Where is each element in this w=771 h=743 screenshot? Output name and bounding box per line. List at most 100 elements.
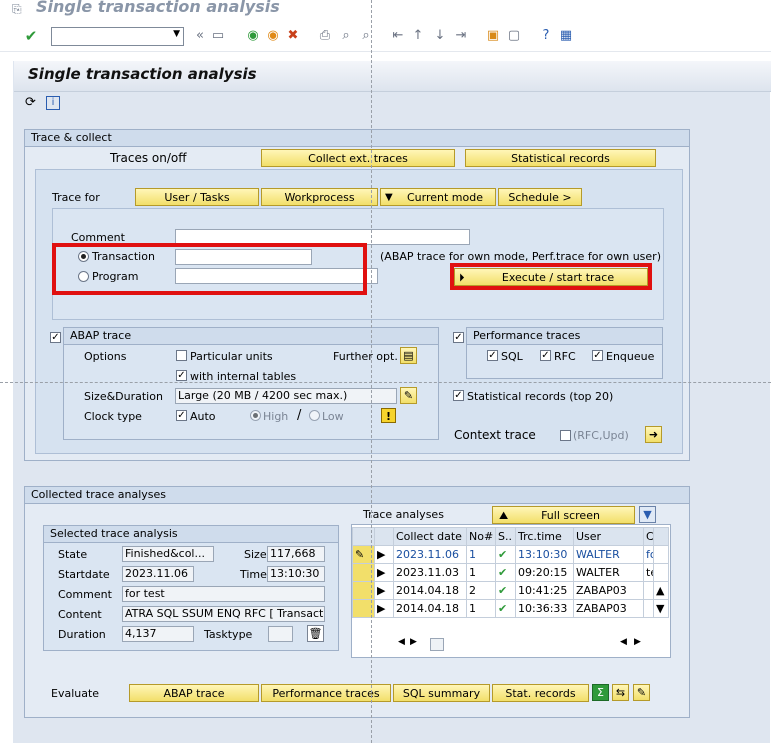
cell-user: ZABAP03 [573,599,644,618]
cell-no: 1 [466,545,496,564]
selected-trace-title: Selected trace analysis [44,526,338,543]
eval-abap-trace-button[interactable]: ABAP trace [129,684,259,702]
context-trace-go-icon[interactable]: ➜ [645,426,662,443]
expand-arrow-icon[interactable]: ▶ [377,566,385,579]
horizontal-scrollbar[interactable]: ◀ ▶ ◀ ▶ [396,637,648,651]
col-no[interactable]: No# [466,527,496,546]
exit-icon[interactable]: ◉ [265,28,281,44]
cancel-icon[interactable]: ✖ [285,28,301,44]
shortcut-icon[interactable]: ▢ [506,28,522,44]
double-left-icon[interactable]: « [192,28,208,44]
col-user[interactable]: User [573,527,644,546]
window-menu-icon[interactable]: ⎘ [12,2,22,17]
info-icon[interactable]: i [46,96,60,110]
help-icon[interactable]: ? [538,28,554,44]
layout-icon[interactable]: ▦ [558,28,574,44]
edit-icon[interactable]: ✎ [633,684,650,701]
prev-page-icon[interactable]: ↑ [410,28,426,44]
cell-collect-date: 2014.04.18 [393,581,467,600]
new-session-icon[interactable]: ▣ [485,28,501,44]
expand-cell[interactable]: ▶ [374,545,394,564]
filter-icon[interactable]: ▼ [639,506,656,523]
full-screen-button[interactable]: ⛰ Full screen [492,506,635,524]
scroll-down-icon[interactable]: ▼ [656,602,664,615]
enter-check-icon[interactable]: ✔ [23,28,39,44]
performance-traces-checkbox[interactable]: ✓ [453,332,464,343]
command-field[interactable]: ▼ [51,27,184,46]
context-trace-checkbox[interactable] [560,430,571,441]
scroll-cell [653,563,669,582]
low-radio[interactable] [309,410,320,421]
table-row[interactable]: ▶ 2014.04.18 1 ✔ 10:36:33 ZABAP03 ▼ [352,599,669,618]
edit-size-icon[interactable]: ✎ [400,387,417,404]
expand-arrow-icon[interactable]: ▶ [377,548,385,561]
sql-checkbox[interactable]: ✓ [487,350,498,361]
duration-label: Duration [58,628,106,641]
sum-icon[interactable]: Σ [592,684,609,701]
high-radio[interactable] [250,410,261,421]
refresh-icon[interactable]: ⟳ [25,95,36,110]
eval-sql-summary-button[interactable]: SQL summary [393,684,490,702]
cell-c: te [643,563,654,582]
tasktype-label: Tasktype [204,628,253,641]
expand-cell[interactable]: ▶ [374,563,394,582]
startdate-field: 2023.11.06 [122,566,194,582]
further-options-label: Further opt. [333,350,398,363]
tab-schedule[interactable]: Schedule > [498,188,582,206]
scroll-up-icon[interactable]: ▲ [656,584,664,597]
scroll-cell: ▼ [653,599,669,618]
statistical-records-button[interactable]: Statistical records [465,149,656,167]
size-duration-field[interactable]: Large (20 MB / 4200 sec max.) [175,388,397,404]
scroll-header [653,527,669,546]
scroll-left-icon[interactable]: ◀ [398,637,405,647]
cell-no: 1 [466,599,496,618]
col-collect-date[interactable]: Collect date [393,527,467,546]
expand-arrow-icon[interactable]: ▶ [377,602,385,615]
auto-checkbox[interactable]: ✓ [176,410,187,421]
col-c[interactable]: C [643,527,654,546]
table-row[interactable]: ▶ 2023.11.03 1 ✔ 09:20:15 WALTER te [352,563,669,582]
further-options-icon[interactable]: ▤ [400,347,417,364]
options-label: Options [84,350,127,363]
particular-units-checkbox[interactable] [176,350,187,361]
cell-c: fo [643,545,654,564]
col-trc-time[interactable]: Trc.time [515,527,574,546]
performance-traces-title: Performance traces [467,328,662,345]
abap-trace-checkbox[interactable]: ✓ [50,332,61,343]
table-row[interactable]: ✎ ▶ 2023.11.06 1 ✔ 13:10:30 WALTER fo [352,545,669,564]
scroll-left-end-icon[interactable]: ◀ [620,637,627,647]
scroll-right-icon[interactable]: ▶ [410,637,417,647]
rfc-checkbox[interactable]: ✓ [540,350,551,361]
table-row[interactable]: ▶ 2014.04.18 2 ✔ 10:41:25 ZABAP03 ▲ [352,581,669,600]
print-icon[interactable]: ⎙ [317,28,333,44]
eval-stat-records-button[interactable]: Stat. records [492,684,589,702]
last-page-icon[interactable]: ⇥ [453,28,469,44]
expand-arrow-icon[interactable]: ▶ [377,584,385,597]
scroll-thumb[interactable] [430,638,444,651]
internal-tables-checkbox[interactable]: ✓ [176,370,187,381]
content-field: ATRA SQL SSUM ENQ RFC [ Transact... [122,606,325,622]
delete-icon[interactable]: 🗑 [307,625,324,642]
expand-cell[interactable]: ▶ [374,599,394,618]
sel-comment-field: for test [122,586,325,602]
back-icon[interactable]: ◉ [245,28,261,44]
next-page-icon[interactable]: ↓ [432,28,448,44]
standard-toolbar: ✔ ▼ « ▭ ◉ ◉ ✖ ⎙ ⌕ ⌕ ⇤ ↑ ↓ ⇥ ▣ ▢ ? ▦ [0,23,771,52]
chevron-down-icon[interactable]: ▼ [173,29,180,39]
clock-separator: / [297,408,302,423]
statistical-records-checkbox[interactable]: ✓ [453,390,464,401]
collect-ext-traces-button[interactable]: Collect ext. traces [261,149,455,167]
save-icon[interactable]: ▭ [210,28,226,44]
cell-status: ✔ [495,581,516,600]
tab-current-mode[interactable]: ▼ Current mode [380,188,496,206]
scroll-right-end-icon[interactable]: ▶ [634,637,641,647]
compare-icon[interactable]: ⇆ [612,684,629,701]
tab-workprocess[interactable]: Workprocess [261,188,378,206]
find-icon[interactable]: ⌕ [338,28,354,44]
enqueue-checkbox[interactable]: ✓ [592,350,603,361]
col-status[interactable]: S.. [495,527,516,546]
expand-cell[interactable]: ▶ [374,581,394,600]
cell-user: WALTER [573,545,644,564]
tab-user-tasks[interactable]: User / Tasks [135,188,259,206]
first-page-icon[interactable]: ⇤ [390,28,406,44]
